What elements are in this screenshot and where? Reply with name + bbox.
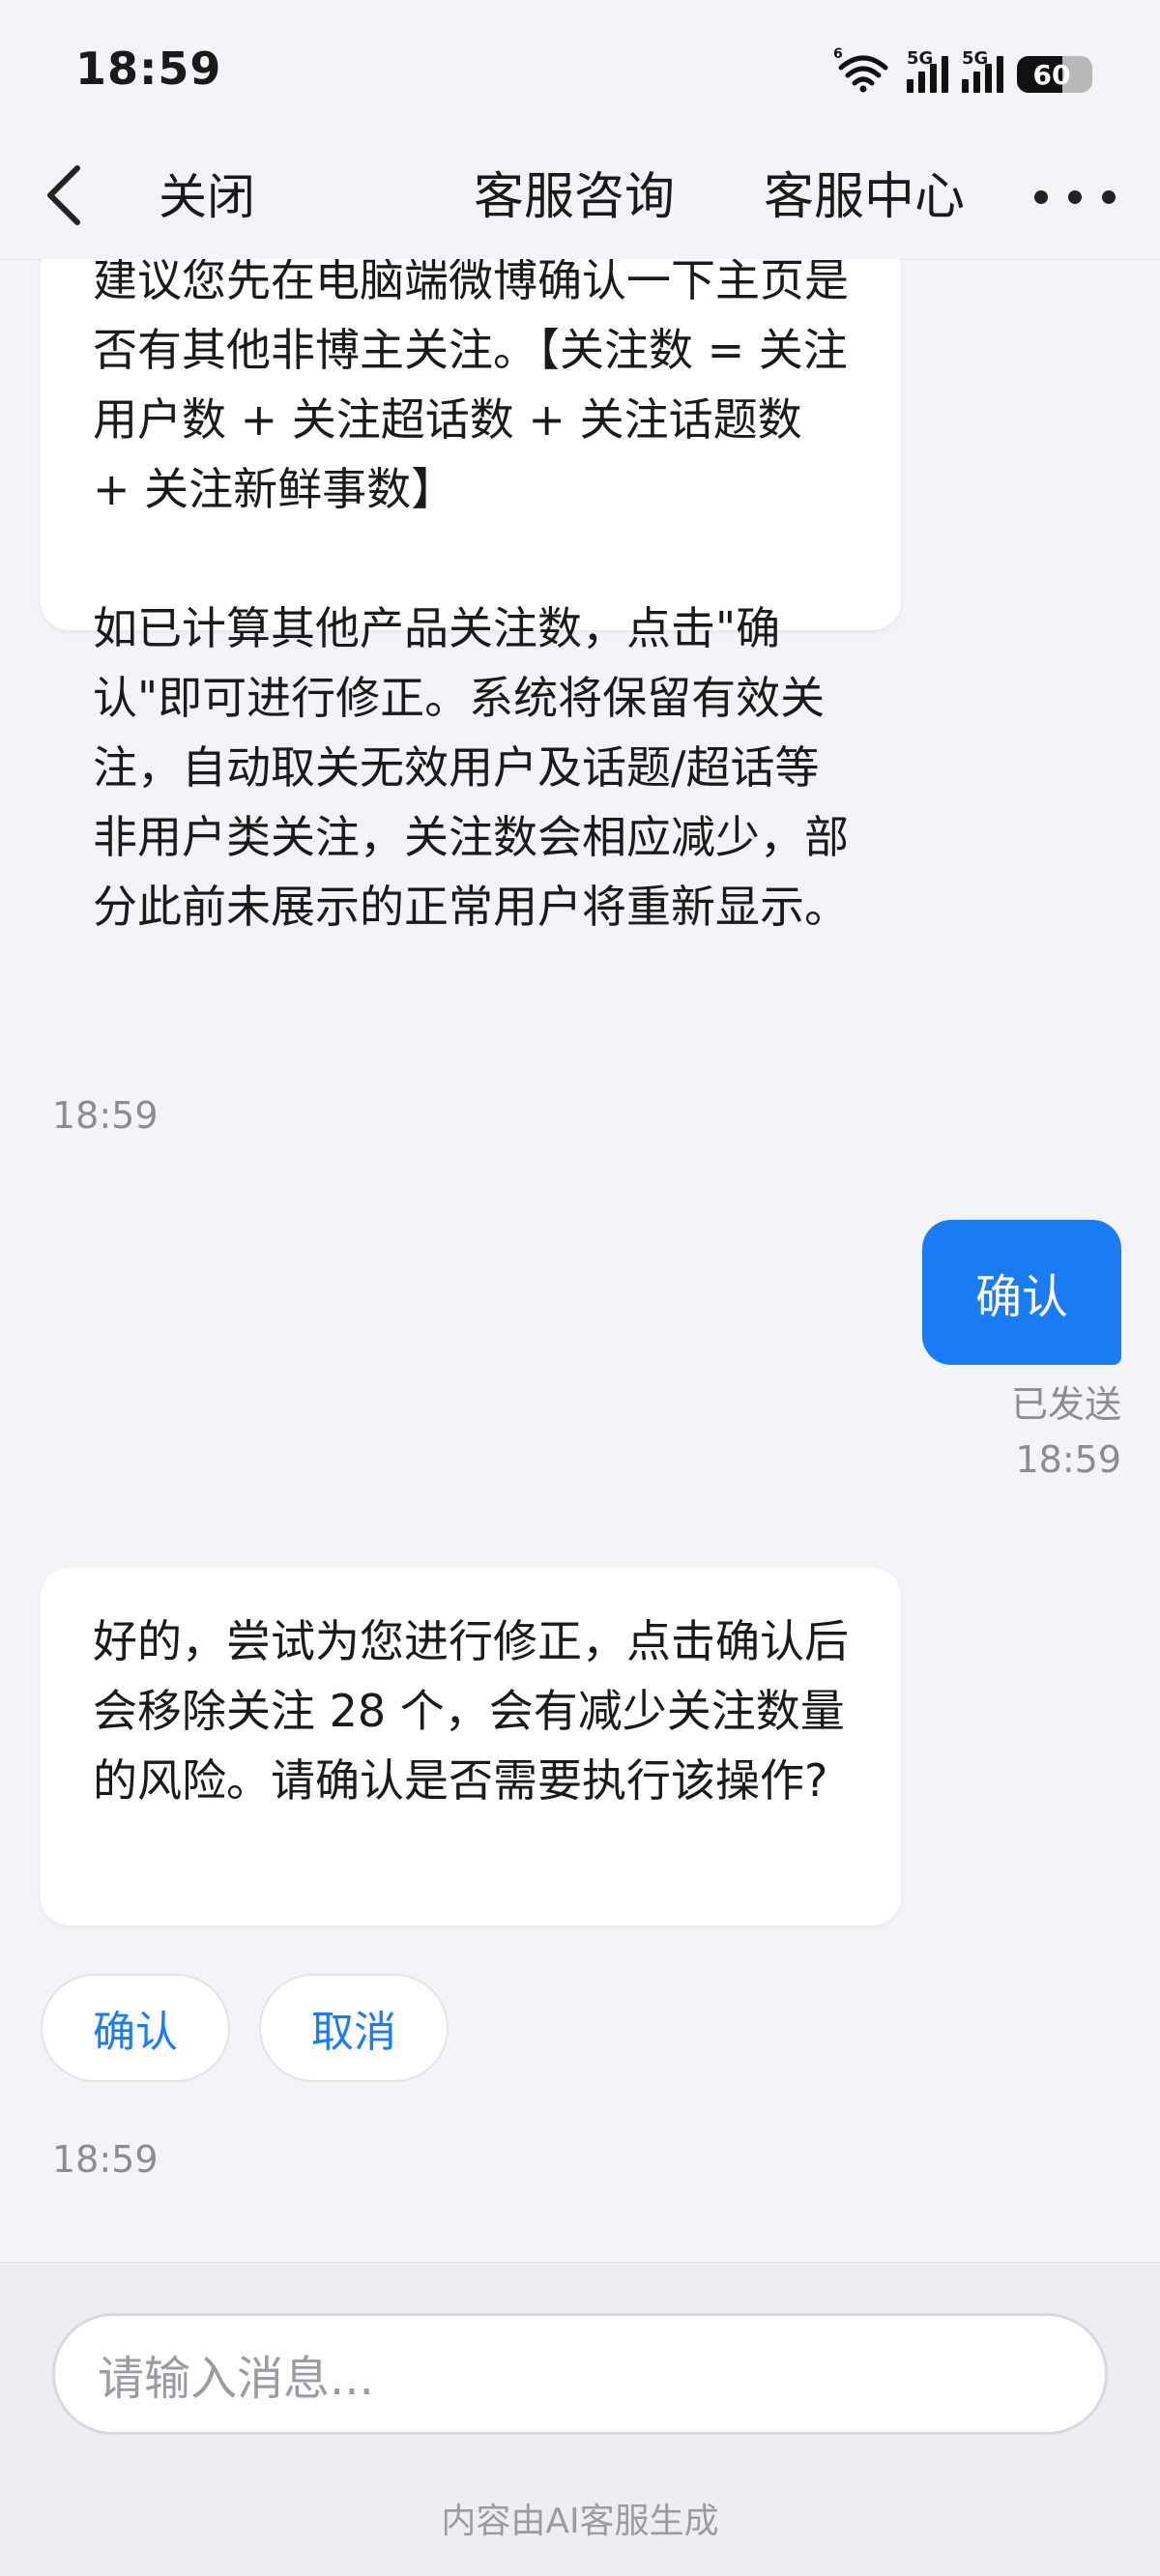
signal-icon-2: 5G xyxy=(962,48,1003,93)
composer-area: 请输入消息... 内容由AI客服生成 xyxy=(0,2262,1160,2576)
message-text: 好的，尝试为您进行修正，点击确认后会移除关注 28 个，会有减少关注数量的风险。… xyxy=(93,1615,849,1807)
status-bar: 18:59 6 5G 5G 60 xyxy=(0,0,1160,135)
signal-label-2: 5G xyxy=(962,48,989,69)
status-icons: 6 5G 5G 60 xyxy=(833,46,1092,93)
sent-status: 已发送 xyxy=(1010,1383,1121,1426)
close-button[interactable]: 关闭 xyxy=(159,159,255,236)
nav-title-consult: 客服咨询 xyxy=(474,168,676,226)
cancel-option-button[interactable]: 取消 xyxy=(259,1974,449,2082)
chevron-left-icon xyxy=(47,165,80,225)
chat-area[interactable]: 建议您先在电脑端微博确认一下主页是否有其他非博主关注。【关注数 = 关注用户数 … xyxy=(0,259,1160,2262)
battery-icon: 60 xyxy=(1017,56,1092,93)
message-bubble-incoming: 好的，尝试为您进行修正，点击确认后会移除关注 28 个，会有减少关注数量的风险。… xyxy=(41,1568,901,1925)
battery-level: 60 xyxy=(1032,58,1071,91)
confirm-option-button[interactable]: 确认 xyxy=(41,1974,230,2082)
signal-label-1: 5G xyxy=(907,48,934,69)
message-input-placeholder: 请输入消息... xyxy=(98,2352,374,2406)
nav-bar: 关闭 客服咨询 客服中心 xyxy=(0,135,1160,260)
message-bubble-incoming: 建议您先在电脑端微博确认一下主页是否有其他非博主关注。【关注数 = 关注用户数 … xyxy=(41,259,901,933)
wifi-badge: 6 xyxy=(833,46,843,62)
service-center-link[interactable]: 客服中心 xyxy=(764,159,965,236)
message-timestamp: 18:59 xyxy=(1015,1438,1121,1481)
message-input[interactable]: 请输入消息... xyxy=(52,2313,1108,2435)
signal-icon-1: 5G xyxy=(907,48,948,93)
message-text: 建议您先在电脑端微博确认一下主页是否有其他非博主关注。【关注数 = 关注用户数 … xyxy=(93,259,849,515)
more-dots-icon xyxy=(1034,190,1048,204)
more-button[interactable] xyxy=(1034,159,1116,236)
message-timestamp: 18:59 xyxy=(52,1094,159,1137)
status-time: 18:59 xyxy=(75,43,222,95)
ai-generated-note: 内容由AI客服生成 xyxy=(441,2502,719,2541)
message-text: 如已计算其他产品关注数，点击"确认"即可进行修正。系统将保留有效关注，自动取关无… xyxy=(93,602,849,933)
back-button[interactable] xyxy=(35,157,93,234)
wifi-icon: 6 xyxy=(833,46,888,93)
message-bubble-outgoing: 确认 xyxy=(922,1220,1121,1365)
message-timestamp: 18:59 xyxy=(52,2138,159,2181)
